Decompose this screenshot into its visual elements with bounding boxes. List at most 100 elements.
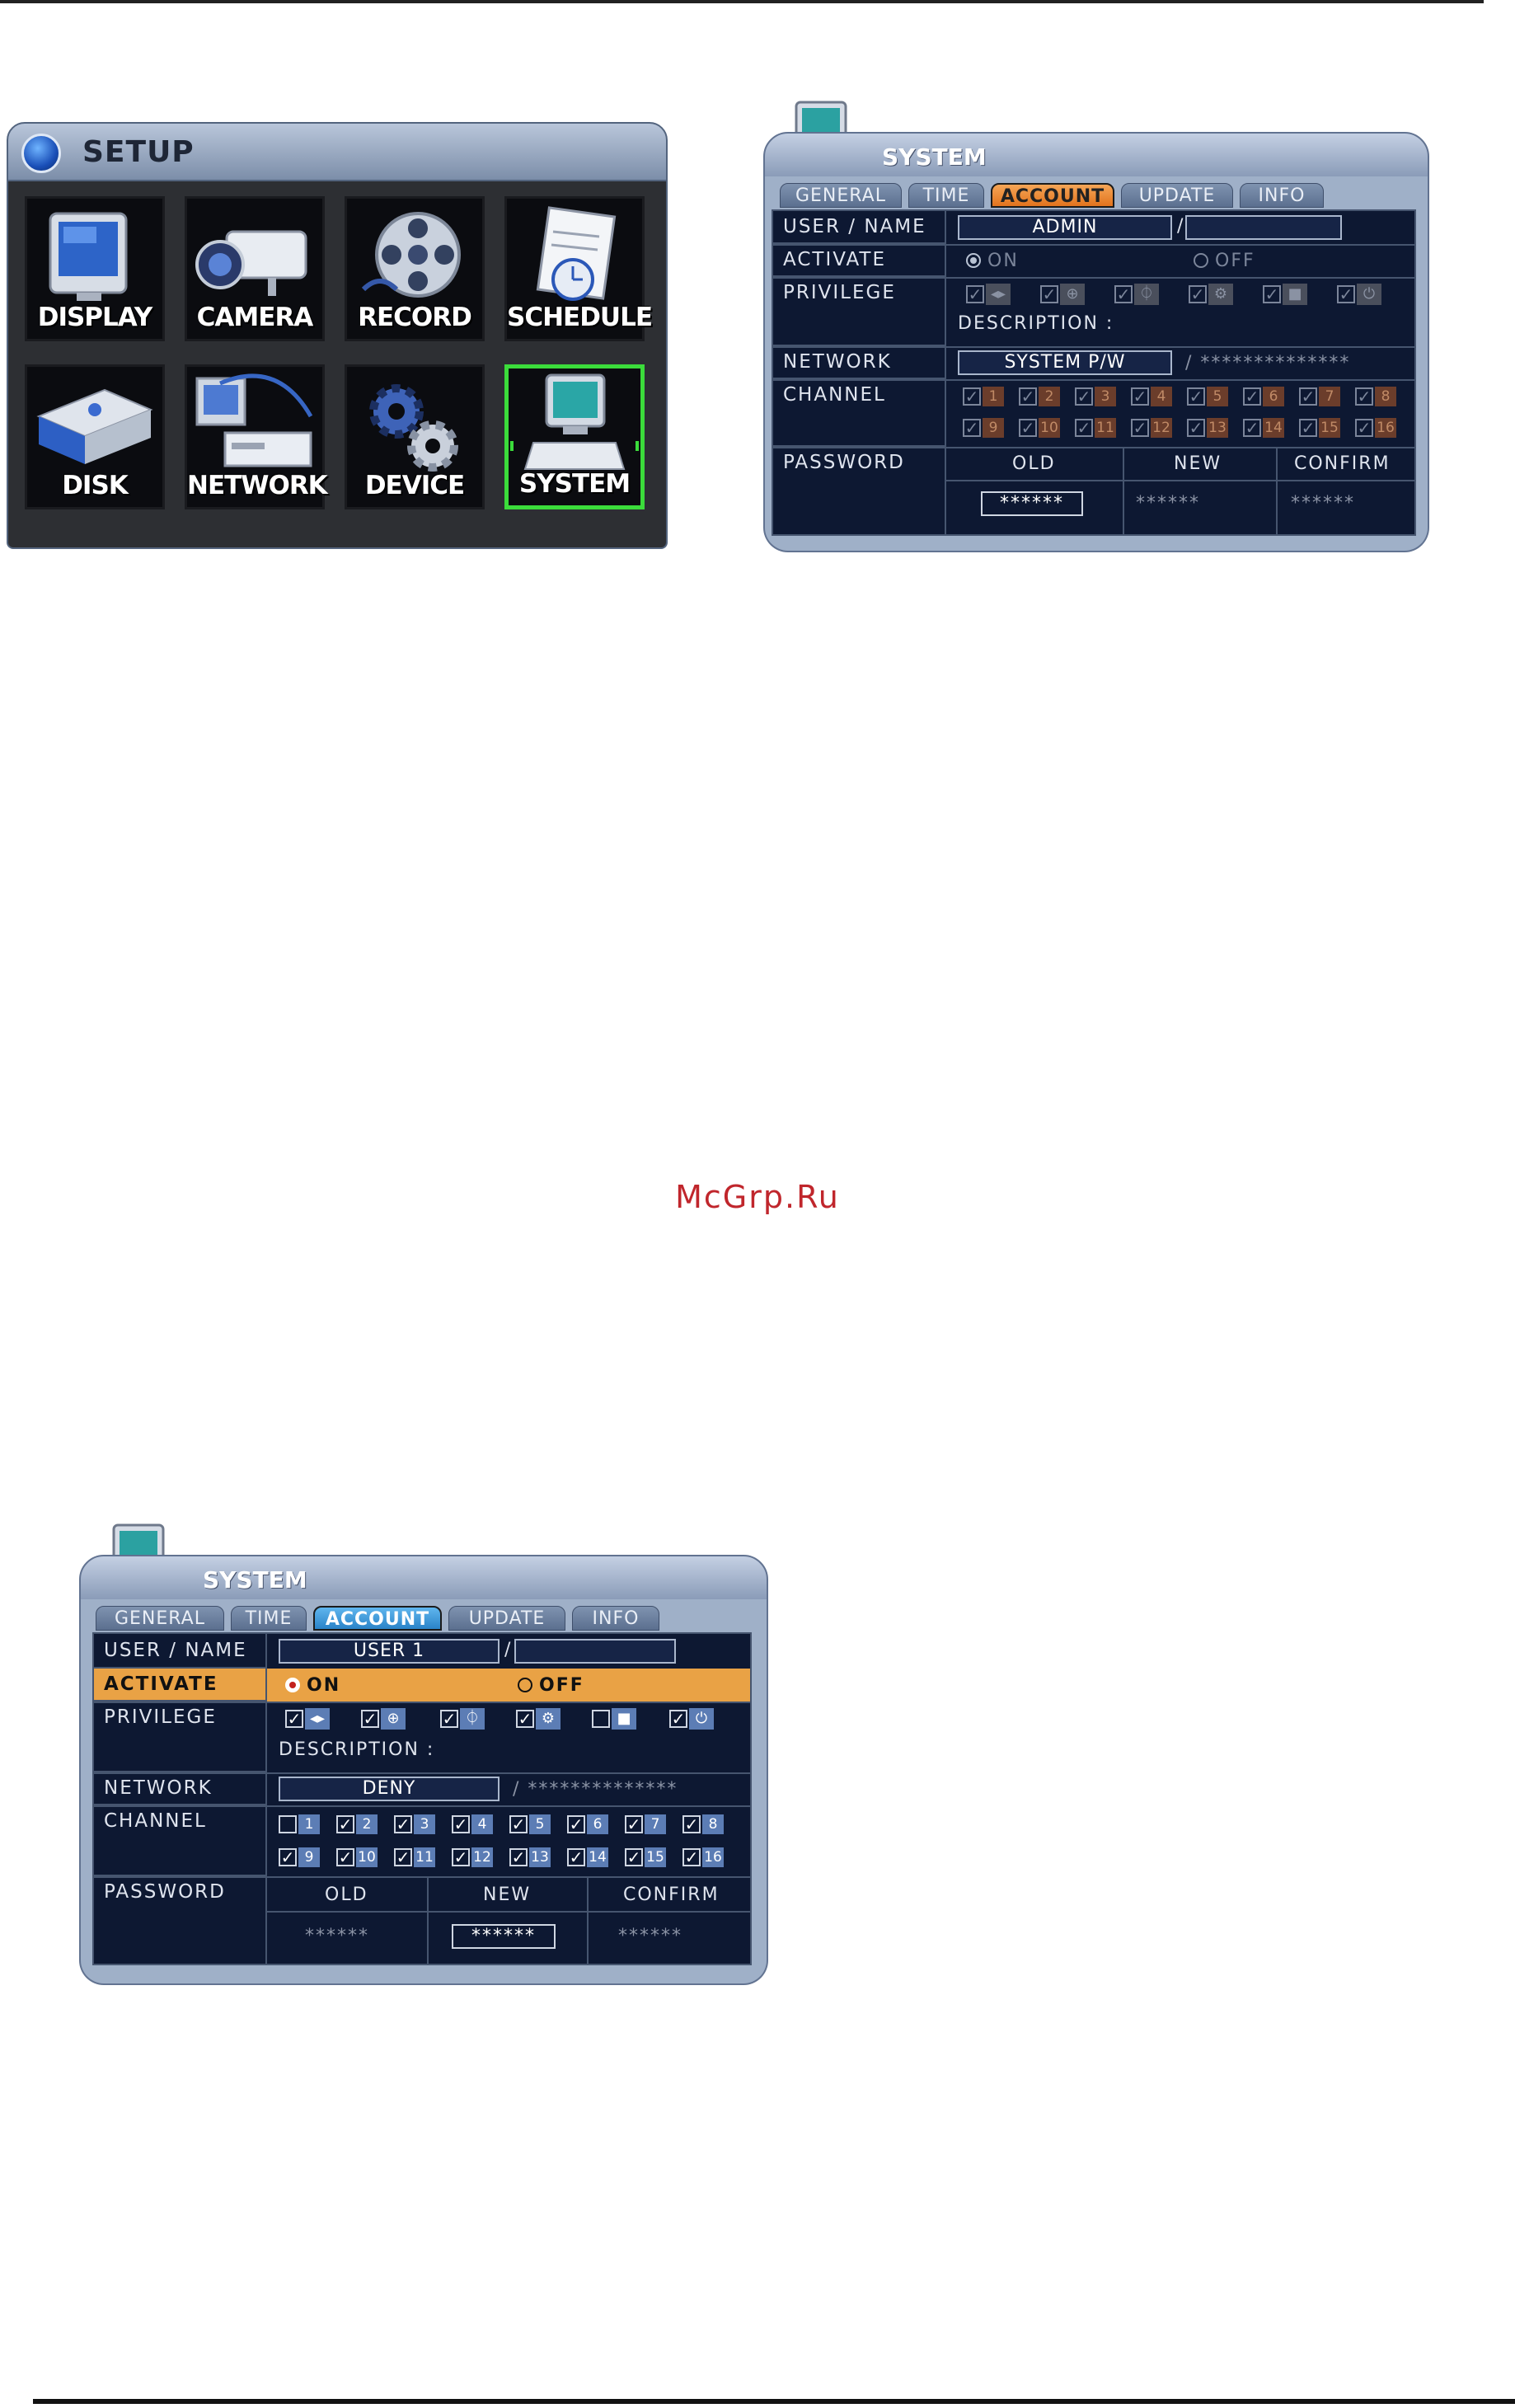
user-pw-confirm-field[interactable]: ****** [618,1926,682,1946]
user-channel-number-13: 13 [529,1847,551,1867]
user-priv-check-4[interactable]: ✓ [516,1710,534,1728]
admin-channel-check-8[interactable]: ✓ [1355,387,1373,406]
admin-label-channel: CHANNEL [773,379,946,447]
admin-channel-check-6[interactable]: ✓ [1243,387,1261,406]
admin-name-field[interactable] [1185,215,1342,240]
setup-menu: SETUP DISPLAY CAMERA RECORD SCHEDULE DIS… [7,122,668,549]
user-channel-number-3: 3 [414,1814,435,1834]
admin-channel-check-9[interactable]: ✓ [963,419,981,437]
admin-channel-check-1[interactable]: ✓ [963,387,981,406]
user-channel-check-4[interactable]: ✓ [452,1815,470,1833]
user-pw-new-field[interactable]: ****** [452,1924,556,1949]
admin-priv-check-4[interactable]: ✓ [1189,285,1207,303]
admin-pw-confirm-field[interactable]: ****** [1291,493,1355,514]
admin-channel-check-13[interactable]: ✓ [1187,419,1205,437]
user-channel-check-2[interactable]: ✓ [336,1815,354,1833]
user-user-field[interactable]: USER 1 [279,1639,500,1664]
admin-channel-check-4[interactable]: ✓ [1131,387,1149,406]
user-channel-check-9[interactable]: ✓ [279,1848,297,1866]
user-channel-check-15[interactable]: ✓ [625,1848,643,1866]
admin-tab-account[interactable]: ACCOUNT [991,183,1114,208]
user-channel-check-5[interactable]: ✓ [509,1815,528,1833]
tile-device[interactable]: DEVICE [345,364,485,509]
admin-channel-check-2[interactable]: ✓ [1019,387,1037,406]
admin-priv-check-5[interactable]: ✓ [1263,285,1281,303]
user-activate-on-radio[interactable] [285,1678,300,1692]
admin-tab-update[interactable]: UPDATE [1121,183,1233,208]
user-tab-info[interactable]: INFO [572,1606,659,1631]
tile-schedule[interactable]: SCHEDULE [504,196,653,341]
admin-tab-time[interactable]: TIME [908,183,984,208]
admin-channel-check-5[interactable]: ✓ [1187,387,1205,406]
user-account-grid: USER / NAME ACTIVATE PRIVILEGE NETWORK C… [92,1632,752,1965]
ptz-icon: ◂▸ [986,284,1011,305]
user-channel-number-8: 8 [702,1814,724,1834]
user-channel-number-9: 9 [298,1847,320,1867]
user-priv-check-1[interactable]: ✓ [285,1710,303,1728]
admin-user-field[interactable]: ADMIN [958,215,1172,240]
admin-channel-check-15[interactable]: ✓ [1299,419,1317,437]
user-channel-check-14[interactable]: ✓ [567,1848,585,1866]
user-channel-check-10[interactable]: ✓ [336,1848,354,1866]
user-pw-old-field[interactable]: ****** [305,1926,369,1946]
admin-priv-check-3[interactable]: ✓ [1114,285,1133,303]
admin-channel-check-14[interactable]: ✓ [1243,419,1261,437]
user-label-network: NETWORK [94,1772,267,1805]
tile-disk[interactable]: DISK [25,364,165,509]
user-network-field[interactable]: DENY [279,1777,500,1801]
user-channel-check-13[interactable]: ✓ [509,1848,528,1866]
admin-channel-number-6: 6 [1263,387,1284,406]
user-channel-check-8[interactable]: ✓ [682,1815,701,1833]
user-channel-check-1[interactable] [279,1815,297,1833]
settings-icon: ⚙ [536,1708,561,1730]
user-channel-check-16[interactable]: ✓ [682,1848,701,1866]
user-channel-check-12[interactable]: ✓ [452,1848,470,1866]
user-name-field[interactable] [514,1639,676,1664]
user-channel-check-7[interactable]: ✓ [625,1815,643,1833]
admin-channel-check-3[interactable]: ✓ [1075,387,1093,406]
user-priv-check-3[interactable]: ✓ [440,1710,458,1728]
tile-schedule-label: SCHEDULE [507,303,653,332]
user-channel-check-11[interactable]: ✓ [394,1848,412,1866]
user-tab-update[interactable]: UPDATE [448,1606,565,1631]
crosshair-icon: ⊕ [1060,284,1085,305]
user-channel-check-6[interactable]: ✓ [567,1815,585,1833]
user-pw-confirm-header: CONFIRM [623,1885,720,1905]
admin-channel-check-16[interactable]: ✓ [1355,419,1373,437]
user-channel-number-1: 1 [298,1814,320,1834]
tile-network[interactable]: NETWORK [185,364,328,509]
admin-activate-on-radio[interactable] [966,253,981,268]
user-priv-check-5[interactable] [592,1710,610,1728]
admin-network-field[interactable]: SYSTEM P/W [958,350,1172,375]
admin-pw-new-field[interactable]: ****** [1136,493,1200,514]
admin-tab-general[interactable]: GENERAL [780,183,902,208]
tile-display[interactable]: DISPLAY [25,196,165,341]
user-priv-check-2[interactable]: ✓ [361,1710,379,1728]
tile-record[interactable]: RECORD [345,196,485,341]
user-network-mask: / ************** [513,1779,678,1800]
admin-tab-info[interactable]: INFO [1240,183,1324,208]
admin-channel-check-11[interactable]: ✓ [1075,419,1093,437]
user-priv-check-6[interactable]: ✓ [669,1710,687,1728]
user-title-bar [79,1555,768,1601]
user-label-privilege: PRIVILEGE [94,1702,267,1772]
admin-channel-check-12[interactable]: ✓ [1131,419,1149,437]
admin-priv-check-1[interactable]: ✓ [966,285,984,303]
user-description-label: DESCRIPTION : [279,1739,435,1760]
user-channel-check-3[interactable]: ✓ [394,1815,412,1833]
admin-channel-check-7[interactable]: ✓ [1299,387,1317,406]
user-tab-general[interactable]: GENERAL [96,1606,224,1631]
admin-priv-check-6[interactable]: ✓ [1337,285,1355,303]
tile-camera[interactable]: CAMERA [185,196,325,341]
admin-priv-check-2[interactable]: ✓ [1040,285,1058,303]
admin-pw-old-field[interactable]: ****** [981,491,1083,516]
user-tab-account[interactable]: ACCOUNT [313,1606,442,1631]
user-tab-time[interactable]: TIME [231,1606,307,1631]
tile-system[interactable]: SYSTEM [504,364,645,509]
user-activate-off-radio[interactable] [518,1678,532,1692]
system-window-user: SYSTEM GENERAL TIME ACCOUNT UPDATE INFO … [79,1522,768,1985]
admin-channel-check-10[interactable]: ✓ [1019,419,1037,437]
admin-channel-number-9: 9 [983,418,1004,438]
admin-channel-number-2: 2 [1039,387,1060,406]
admin-activate-off-radio[interactable] [1194,253,1208,268]
